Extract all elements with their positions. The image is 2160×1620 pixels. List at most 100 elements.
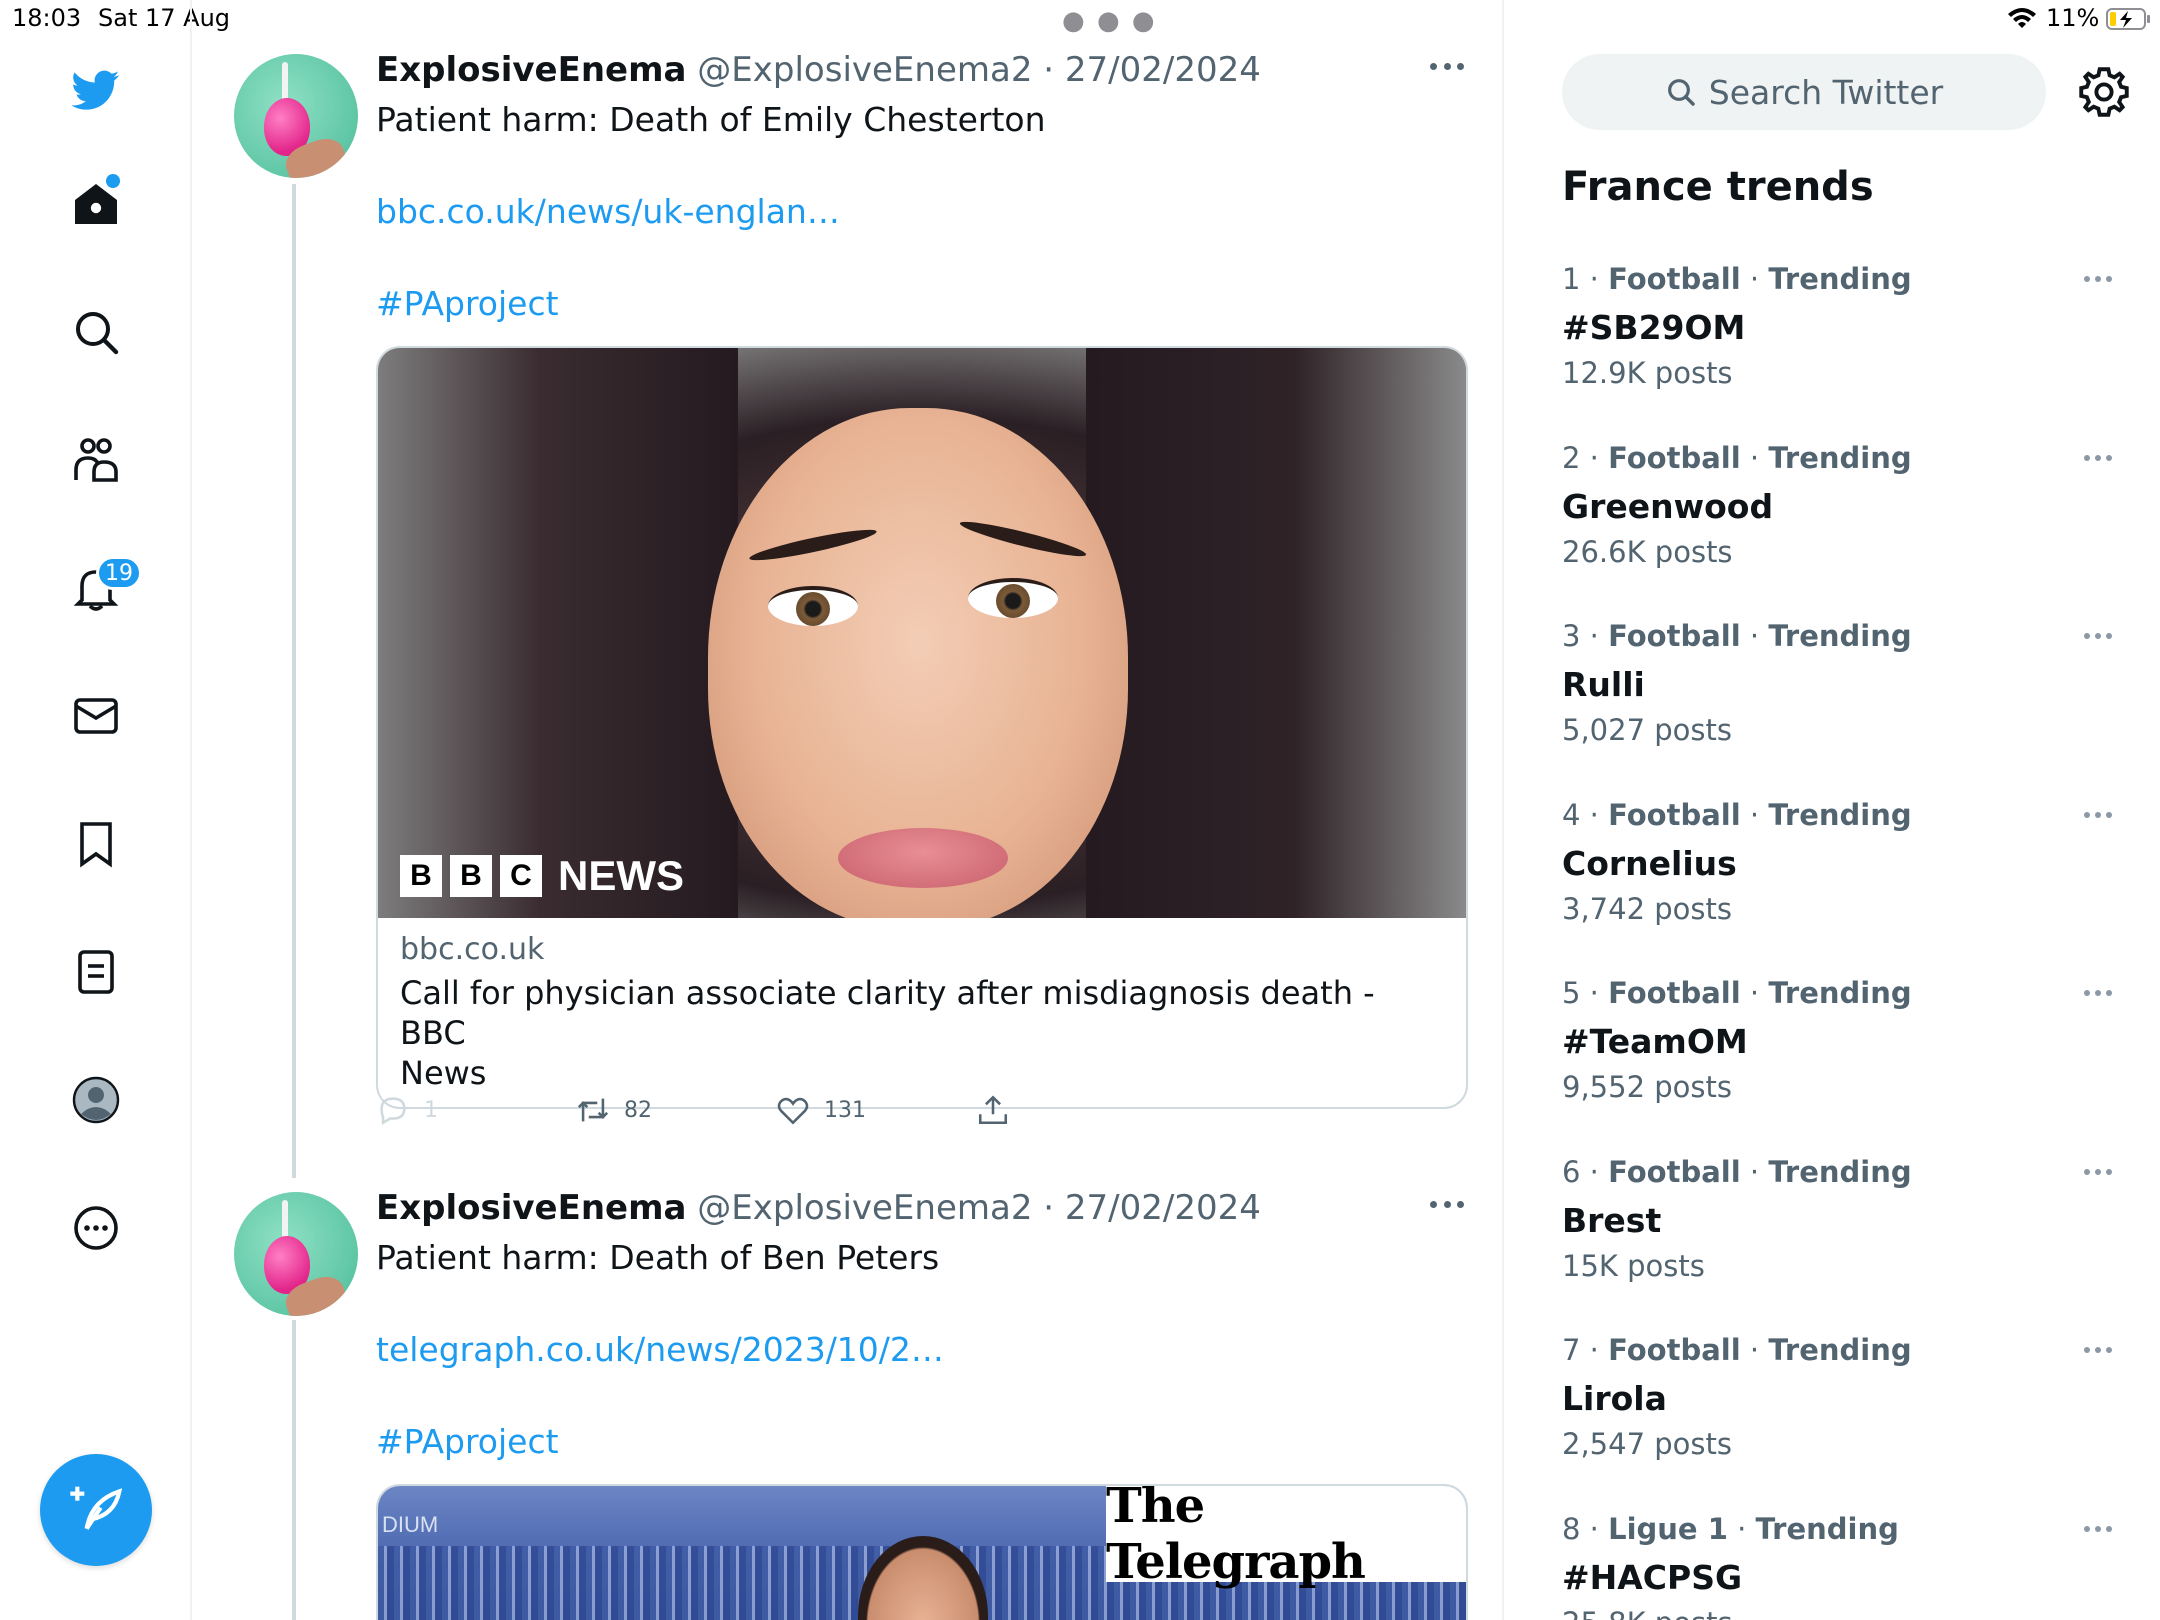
share-icon — [978, 1095, 1008, 1125]
trend-name: Greenwood — [1562, 487, 1774, 526]
home-icon[interactable] — [60, 168, 132, 240]
twitter-logo-icon[interactable] — [60, 54, 132, 126]
home-new-content-dot — [106, 174, 120, 188]
tweet-link[interactable]: bbc.co.uk/news/uk-englan… — [376, 192, 840, 231]
tweet-hashtag[interactable]: #PAproject — [376, 1422, 559, 1461]
trend-rank: 8 — [1562, 1512, 1581, 1546]
trend-separator: · — [1740, 1155, 1769, 1189]
tweet-link[interactable]: telegraph.co.uk/news/2023/10/2… — [376, 1330, 944, 1369]
trend-name: #TeamOM — [1562, 1022, 1748, 1061]
avatar[interactable] — [234, 1192, 358, 1316]
profile-avatar-icon[interactable] — [60, 1064, 132, 1136]
author-name[interactable]: ExplosiveEnema — [376, 50, 686, 90]
trend-category: Football — [1608, 619, 1741, 653]
tweet-date[interactable]: · 27/02/2024 — [1043, 50, 1261, 90]
card-image: DIUM The Telegraph — [378, 1486, 1466, 1620]
trend-post-count: 25.8K posts — [1562, 1606, 1733, 1620]
retweet-icon — [577, 1098, 609, 1122]
tweet-more-icon[interactable] — [1430, 54, 1464, 78]
author-name[interactable]: ExplosiveEnema — [376, 1188, 686, 1228]
trend-separator: · — [1580, 1512, 1609, 1546]
trend-separator: · — [1740, 262, 1769, 296]
trend-separator: · — [1580, 619, 1609, 653]
telegraph-masthead: The Telegraph — [1106, 1486, 1466, 1590]
retweet-button[interactable]: 82 — [576, 1090, 652, 1130]
search-input[interactable]: Search Twitter — [1562, 54, 2046, 130]
tweet-hashtag[interactable]: #PAproject — [376, 284, 559, 323]
search-icon[interactable] — [60, 296, 132, 368]
lists-icon[interactable] — [60, 936, 132, 1008]
trend-item[interactable]: 2 · Football · Trending Greenwood 26.6K po… — [1562, 441, 2122, 611]
trend-category: Football — [1608, 262, 1741, 296]
like-button[interactable]: 131 — [776, 1090, 866, 1130]
settings-gear-icon[interactable] — [2078, 66, 2130, 118]
trend-separator: · — [1580, 1333, 1609, 1367]
trend-more-icon[interactable] — [2084, 1526, 2112, 1534]
trend-item[interactable]: 5 · Football · Trending #TeamOM 9,552 post… — [1562, 976, 2122, 1146]
tweet-header: ExplosiveEnema @ExplosiveEnema2 · 27/02/… — [376, 1188, 1261, 1228]
trend-item[interactable]: 7 · Football · Trending Lirola 2,547 posts — [1562, 1333, 2122, 1503]
trend-status: Trending — [1768, 619, 1912, 653]
trend-meta: 4 · Football · Trending — [1562, 798, 1912, 832]
trend-status: Trending — [1768, 798, 1912, 832]
tweet-more-icon[interactable] — [1430, 1192, 1464, 1216]
trend-more-icon[interactable] — [2084, 1347, 2112, 1355]
trend-category: Football — [1608, 1333, 1741, 1367]
trend-more-icon[interactable] — [2084, 990, 2112, 998]
heart-icon — [777, 1097, 809, 1125]
trend-meta: 8 · Ligue 1 · Trending — [1562, 1512, 1899, 1546]
communities-icon[interactable] — [60, 424, 132, 496]
trend-more-icon[interactable] — [2084, 812, 2112, 820]
trend-separator: · — [1740, 619, 1769, 653]
reply-button[interactable]: 1 — [376, 1090, 438, 1130]
trend-more-icon[interactable] — [2084, 1169, 2112, 1177]
trend-more-icon[interactable] — [2084, 633, 2112, 641]
trend-rank: 2 — [1562, 441, 1581, 475]
stadium-sign: DIUM — [382, 1512, 439, 1537]
trend-status: Trending — [1755, 1512, 1899, 1546]
trend-separator: · — [1740, 441, 1769, 475]
bbc-news-logo: B B C NEWS — [400, 852, 684, 900]
trend-category: Football — [1608, 441, 1741, 475]
trend-separator: · — [1580, 798, 1609, 832]
notifications-badge: 19 — [96, 556, 142, 590]
trend-item[interactable]: 8 · Ligue 1 · Trending #HACPSG 25.8K posts — [1562, 1512, 2122, 1620]
link-preview-card[interactable]: B B C NEWS bbc.co.uk Call for physician … — [376, 346, 1468, 1109]
card-title-line2: News — [400, 1054, 487, 1092]
card-title-line1: Call for physician associate clarity aft… — [400, 974, 1375, 1052]
author-handle[interactable]: @ExplosiveEnema2 — [697, 50, 1032, 90]
trend-separator: · — [1740, 1333, 1769, 1367]
bookmarks-icon[interactable] — [60, 808, 132, 880]
trend-item[interactable]: 6 · Football · Trending Brest 15K posts — [1562, 1155, 2122, 1325]
more-icon[interactable] — [60, 1192, 132, 1264]
messages-icon[interactable] — [60, 680, 132, 752]
compose-tweet-button[interactable] — [40, 1454, 152, 1566]
trend-meta: 3 · Football · Trending — [1562, 619, 1912, 653]
trend-meta: 1 · Football · Trending — [1562, 262, 1912, 296]
trends-title: France trends — [1562, 164, 1874, 210]
link-preview-card[interactable]: DIUM The Telegraph — [376, 1484, 1468, 1620]
trend-item[interactable]: 1 · Football · Trending #SB29OM 12.9K post… — [1562, 262, 2122, 432]
trend-status: Trending — [1768, 1333, 1912, 1367]
trend-more-icon[interactable] — [2084, 276, 2112, 284]
avatar[interactable] — [234, 54, 358, 178]
trend-more-icon[interactable] — [2084, 455, 2112, 463]
trend-meta: 7 · Football · Trending — [1562, 1333, 1912, 1367]
tweet-date[interactable]: · 27/02/2024 — [1043, 1188, 1261, 1228]
trend-separator: · — [1580, 976, 1609, 1010]
author-handle[interactable]: @ExplosiveEnema2 — [697, 1188, 1032, 1228]
trend-post-count: 2,547 posts — [1562, 1427, 1732, 1461]
trend-post-count: 3,742 posts — [1562, 892, 1732, 926]
trend-item[interactable]: 4 · Football · Trending Cornelius 3,742 po… — [1562, 798, 2122, 968]
trend-separator: · — [1740, 976, 1769, 1010]
trend-separator: · — [1740, 798, 1769, 832]
trend-name: Brest — [1562, 1201, 1662, 1240]
side-navigation: 19 — [0, 0, 192, 1620]
feather-plus-icon — [70, 1486, 123, 1530]
trend-item[interactable]: 3 · Football · Trending Rulli 5,027 posts — [1562, 619, 2122, 789]
trend-name: #HACPSG — [1562, 1558, 1743, 1597]
trend-category: Football — [1608, 798, 1741, 832]
share-button[interactable] — [976, 1090, 1010, 1130]
trend-separator: · — [1580, 262, 1609, 296]
trend-category: Football — [1608, 1155, 1741, 1189]
